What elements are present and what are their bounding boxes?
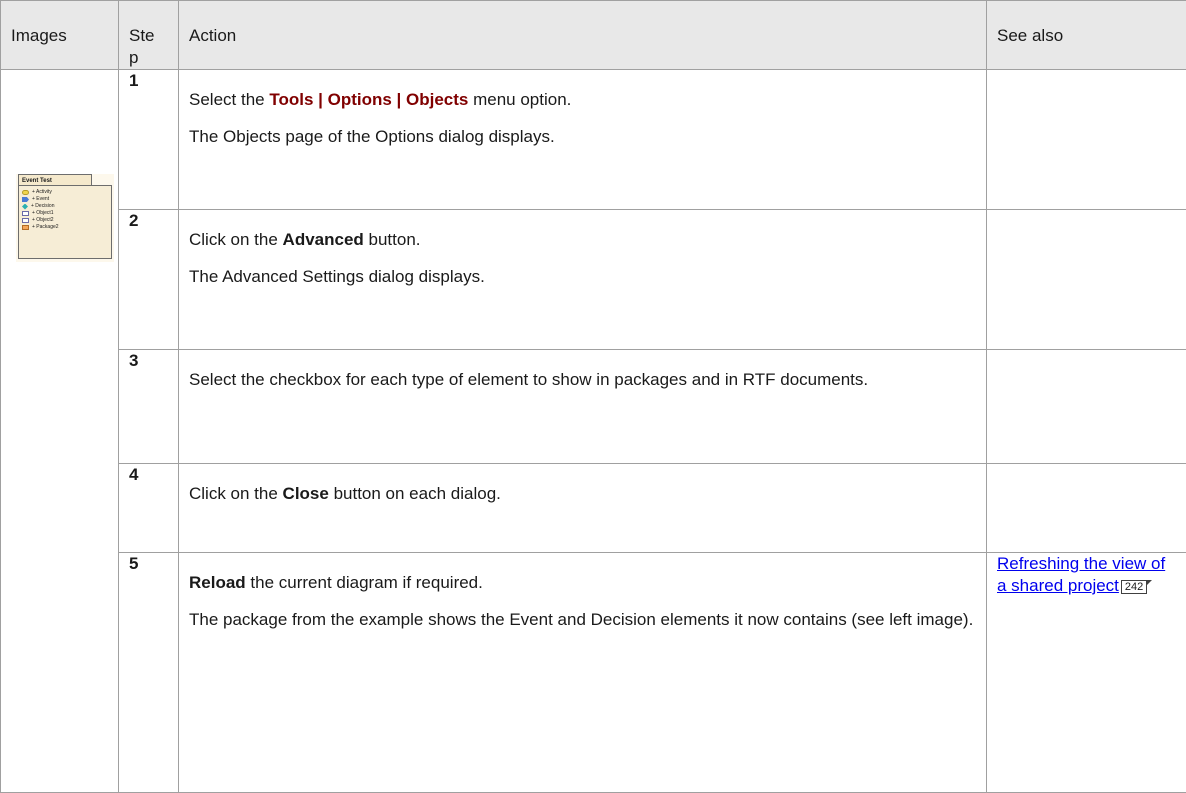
table-row: 2 Click on the Advanced button. The Adva…	[1, 210, 1186, 350]
see-also-cell	[987, 70, 1186, 210]
step-action: Select the Tools | Options | Objects men…	[179, 70, 987, 210]
step-action: Click on the Advanced button. The Advanc…	[179, 210, 987, 350]
button-name: Advanced	[283, 230, 364, 249]
table-row: 3 Select the checkbox for each type of e…	[1, 350, 1186, 464]
header-see-also: See also	[987, 1, 1186, 70]
step-action: Reload the current diagram if required. …	[179, 553, 987, 793]
see-also-cell	[987, 464, 1186, 553]
header-images: Images	[1, 1, 119, 70]
table-row: 5 Reload the current diagram if required…	[1, 553, 1186, 793]
table-row: 4 Click on the Close button on each dial…	[1, 464, 1186, 553]
action-keyword: Reload	[189, 573, 246, 592]
page-reference[interactable]: 242	[1121, 580, 1147, 594]
see-also-cell: Refreshing the view of a shared project2…	[987, 553, 1186, 793]
step-number: 3	[119, 350, 179, 464]
step-number: 2	[119, 210, 179, 350]
object-icon	[22, 211, 29, 216]
object-icon	[22, 218, 29, 223]
package-item: + Decision	[22, 203, 111, 210]
header-action: Action	[179, 1, 987, 70]
table-row: 1 Select the Tools | Options | Objects m…	[1, 70, 1186, 210]
header-step: Step	[119, 1, 179, 70]
package-icon	[22, 225, 29, 230]
step-number: 1	[119, 70, 179, 210]
header-row: Images Step Action See also	[1, 1, 1186, 70]
decision-icon	[22, 204, 28, 210]
step-number: 4	[119, 464, 179, 553]
step-number: 5	[119, 553, 179, 793]
package-item: + Object2	[22, 217, 111, 224]
package-item: + Package2	[22, 224, 111, 231]
activity-icon	[22, 190, 29, 195]
event-icon	[22, 197, 29, 202]
package-item: + Event	[22, 196, 111, 203]
steps-table: Images Step Action See also 1 Select the…	[0, 0, 1186, 793]
package-item: + Object1	[22, 210, 111, 217]
step-action: Click on the Close button on each dialog…	[179, 464, 987, 553]
step-action: Select the checkbox for each type of ele…	[179, 350, 987, 464]
menu-path: Tools | Options | Objects	[269, 90, 468, 109]
see-also-cell	[987, 210, 1186, 350]
package-item: + Activity	[22, 189, 111, 196]
button-name: Close	[283, 484, 329, 503]
see-also-cell	[987, 350, 1186, 464]
package-diagram-image: Event Test + Activity + Event + Decision…	[16, 174, 114, 262]
package-body: + Activity + Event + Decision + Object1 …	[18, 185, 112, 259]
